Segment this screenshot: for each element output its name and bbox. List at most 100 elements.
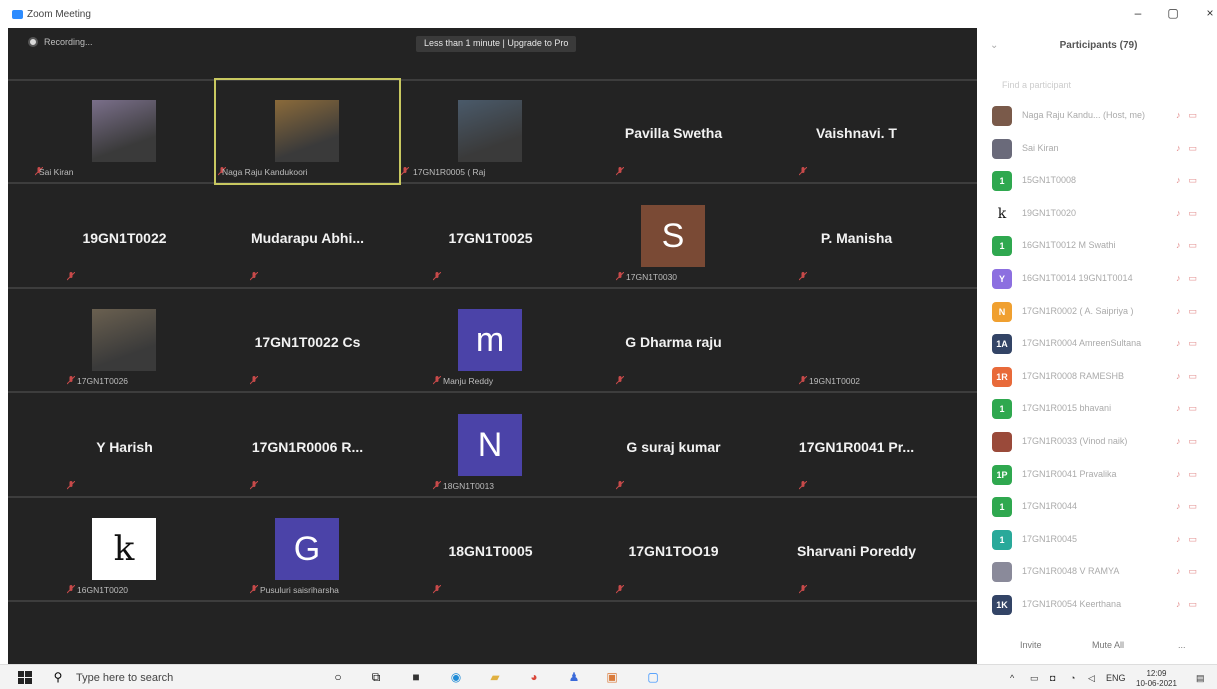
participant-video-tile[interactable]: 18GN1T0005 [399,498,582,601]
participant-video-tile[interactable]: Mudarapu Abhi... [216,185,399,288]
video-off-icon[interactable]: ▭ [1188,208,1205,218]
participant-list-item[interactable]: Sai Kiran ♪▭ [980,133,1217,166]
tray-volume-icon[interactable]: ◁ [1088,673,1095,684]
participant-video-tile[interactable]: m Manju Reddy [399,289,582,392]
participant-list-item[interactable]: k 19GN1T0020 ♪▭ [980,198,1217,231]
participant-video-tile[interactable]: 17GN1T0025 [399,185,582,288]
participant-list-item[interactable]: N 17GN1R0002 ( A. Saipriya ) ♪▭ [980,296,1217,329]
app-icon[interactable]: ♟ [566,670,582,685]
muted-mic-icon[interactable]: ♪ [1176,143,1189,153]
chrome-icon[interactable]: ◕ [526,670,542,685]
muted-mic-icon[interactable]: ♪ [1176,110,1189,120]
muted-mic-icon[interactable]: ♪ [1176,436,1189,446]
video-off-icon[interactable]: ▭ [1188,338,1205,348]
video-off-icon[interactable]: ▭ [1188,306,1205,316]
app2-icon[interactable]: ▣ [604,670,620,685]
participant-video-tile[interactable]: 19GN1T0002 [765,289,948,392]
video-off-icon[interactable]: ▭ [1188,566,1205,576]
muted-mic-icon[interactable]: ♪ [1176,469,1189,479]
muted-mic-icon[interactable]: ♪ [1176,403,1189,413]
muted-mic-icon[interactable]: ♪ [1176,371,1189,381]
participant-video-tile[interactable]: Naga Raju Kandukoori [214,78,401,185]
video-off-icon[interactable]: ▭ [1188,501,1205,511]
muted-mic-icon[interactable]: ♪ [1176,306,1189,316]
muted-mic-icon[interactable]: ♪ [1176,599,1189,609]
tray-wifi-icon[interactable]: ◔ [1070,673,1075,683]
participant-video-tile[interactable]: 17GN1T0022 Cs [216,289,399,392]
mute-all-button[interactable]: Mute All [1092,640,1124,650]
participant-video-tile[interactable]: P. Manisha [765,185,948,288]
upgrade-banner[interactable]: Less than 1 minute | Upgrade to Pro [416,36,577,52]
participant-video-tile[interactable]: G suraj kumar [582,394,765,497]
file-explorer-icon[interactable]: ▰ [487,670,503,685]
video-off-icon[interactable]: ▭ [1188,110,1205,120]
video-off-icon[interactable]: ▭ [1188,273,1205,283]
participant-list-item[interactable]: 1 17GN1R0015 bhavani ♪▭ [980,393,1217,426]
participant-video-tile[interactable]: G Pusuluri saisriharsha [216,498,399,601]
language-indicator[interactable]: ENG [1106,673,1126,683]
participant-video-tile[interactable]: 17GN1R0041 Pr... [765,394,948,497]
participant-list-item[interactable]: 17GN1R0048 V RAMYA ♪▭ [980,556,1217,589]
participant-video-tile[interactable]: N 18GN1T0013 [399,394,582,497]
invite-button[interactable]: Invite [1020,640,1042,650]
notifications-icon[interactable]: ▤ [1196,673,1205,684]
video-off-icon[interactable]: ▭ [1188,534,1205,544]
muted-mic-icon[interactable]: ♪ [1176,208,1189,218]
participant-list-item[interactable]: 1A 17GN1R0004 AmreenSultana ♪▭ [980,328,1217,361]
participant-video-tile[interactable]: 19GN1T0022 [33,185,216,288]
participant-video-tile[interactable]: 17GN1T0026 [33,289,216,392]
minimize-button[interactable]: – [1128,6,1148,20]
participant-video-tile[interactable]: Vaishnavi. T [765,80,948,183]
tray-network-icon[interactable]: ▭ [1030,673,1039,684]
participant-video-tile[interactable]: Sai Kiran [33,80,216,183]
edge-icon[interactable]: ◉ [448,670,464,685]
participant-video-tile[interactable]: G Dharma raju [582,289,765,392]
participant-list-item[interactable]: 1 17GN1R0044 ♪▭ [980,491,1217,524]
participant-list-item[interactable]: 1 16GN1T0012 M Swathi ♪▭ [980,230,1217,263]
participant-list-item[interactable]: 1P 17GN1R0041 Pravalika ♪▭ [980,459,1217,492]
taskbar-search-input[interactable]: Type here to search [76,672,173,684]
tray-chevron-icon[interactable]: ^ [1010,673,1014,683]
video-off-icon[interactable]: ▭ [1188,403,1205,413]
video-off-icon[interactable]: ▭ [1188,469,1205,479]
video-off-icon[interactable]: ▭ [1188,371,1205,381]
tray-battery-icon[interactable]: ◘ [1050,673,1055,683]
participant-video-tile[interactable]: S 17GN1T0030 [582,185,765,288]
close-button[interactable]: × [1200,6,1217,20]
muted-mic-icon[interactable]: ♪ [1176,534,1189,544]
participant-list-item[interactable]: 1K 17GN1R0054 Keerthana ♪▭ [980,589,1217,622]
video-off-icon[interactable]: ▭ [1188,599,1205,609]
participant-list-item[interactable]: 1 15GN1T0008 ♪▭ [980,165,1217,198]
participant-video-tile[interactable]: 17GN1TOO19 [582,498,765,601]
participant-list-item[interactable]: 1R 17GN1R0008 RAMESHB ♪▭ [980,361,1217,394]
muted-mic-icon[interactable]: ♪ [1176,501,1189,511]
video-off-icon[interactable]: ▭ [1188,240,1205,250]
more-button[interactable]: ... [1178,640,1186,650]
participant-list-item[interactable]: 1 17GN1R0045 ♪▭ [980,524,1217,557]
clock[interactable]: 12:09 10-06-2021 [1136,669,1177,689]
muted-mic-icon[interactable]: ♪ [1176,175,1189,185]
participant-video-tile[interactable]: Sharvani Poreddy [765,498,948,601]
participant-video-tile[interactable]: 17GN1R0005 ( Raj [399,80,582,183]
participant-video-tile[interactable]: Y Harish [33,394,216,497]
participant-search-input[interactable]: Find a participant [1002,80,1071,90]
task-view-icon[interactable]: ⧉ [368,670,384,685]
participant-list-item[interactable]: Y 16GN1T0014 19GN1T0014 ♪▭ [980,263,1217,296]
windows-start-icon[interactable] [18,671,32,684]
zoom-taskbar-icon[interactable]: ▢ [645,670,661,685]
video-off-icon[interactable]: ▭ [1188,175,1205,185]
muted-mic-icon[interactable]: ♪ [1176,240,1189,250]
video-off-icon[interactable]: ▭ [1188,436,1205,446]
participant-list-item[interactable]: Naga Raju Kandu... (Host, me) ♪▭ [980,100,1217,133]
maximize-button[interactable]: ▢ [1163,6,1183,20]
participant-video-tile[interactable]: k 16GN1T0020 [33,498,216,601]
cortana-icon[interactable]: ○ [330,670,346,685]
muted-mic-icon[interactable]: ♪ [1176,338,1189,348]
muted-mic-icon[interactable]: ♪ [1176,273,1189,283]
participant-video-tile[interactable]: 17GN1R0006 R... [216,394,399,497]
muted-mic-icon[interactable]: ♪ [1176,566,1189,576]
participant-video-tile[interactable]: Pavilla Swetha [582,80,765,183]
store-icon[interactable]: ■ [408,670,424,685]
video-off-icon[interactable]: ▭ [1188,143,1205,153]
recording-indicator[interactable]: Recording... [28,37,93,47]
